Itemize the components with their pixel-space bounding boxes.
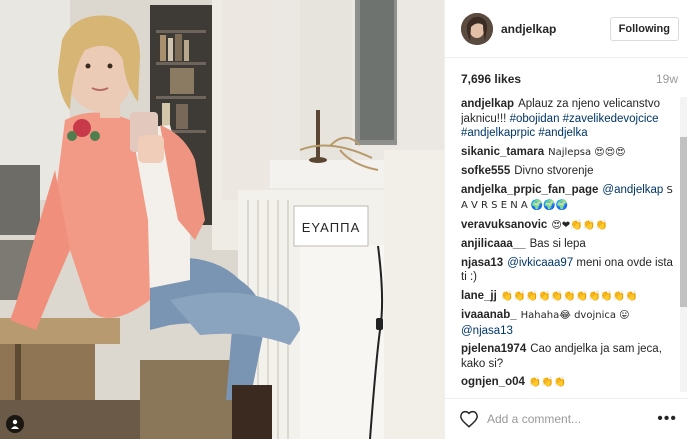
comment-author[interactable]: pjelena1974 <box>461 343 526 355</box>
post-header: andjelkap Following <box>445 0 688 58</box>
lightbox-sign-text: ΕΥΑΠΠΑ <box>302 220 361 235</box>
comment-mention[interactable]: @ivkicaaa97 <box>507 257 573 269</box>
likes-count[interactable]: 7,696 likes <box>461 72 521 86</box>
heart-icon[interactable] <box>459 409 479 429</box>
comments-scrollbar[interactable] <box>680 97 687 392</box>
comment-author[interactable]: anjilicaaa__ <box>461 238 526 250</box>
comment-item: njasa13 @ivkicaaa97 meni ona ovde ista ti… <box>461 256 679 285</box>
comment-text: 👏👏👏 <box>528 377 567 388</box>
comment-text: 👏👏👏👏👏👏👏👏👏👏👏 <box>500 290 638 302</box>
comment-text: 😍❤👏👏👏 <box>551 219 608 231</box>
comment-item: andjelkap Aplauz za njeno velicanstvo jak… <box>461 97 679 141</box>
comment-text: Najlepsa 😍😍😍 <box>548 146 626 158</box>
header-username[interactable]: andjelkap <box>501 22 610 36</box>
comment-item: veravuksanovic 😍❤👏👏👏 <box>461 218 679 234</box>
comment-item: sofke555 Divno stvorenje <box>461 164 679 179</box>
post-photo[interactable]: ΕΥΑΠΠΑ <box>0 0 444 439</box>
photo-scene: ΕΥΑΠΠΑ <box>0 0 444 439</box>
comment-item: sikanic_tamara Najlepsa 😍😍😍 <box>461 145 679 161</box>
comment-text: Divno stvorenje <box>514 165 594 177</box>
comment-text: Bas si lepa <box>529 238 586 250</box>
more-options-icon[interactable]: ••• <box>657 410 677 428</box>
scrollbar-thumb[interactable] <box>680 137 687 307</box>
comment-mention[interactable]: @andjelkap <box>602 184 663 196</box>
comment-author[interactable]: sofke555 <box>461 165 510 177</box>
post-time[interactable]: 19w <box>656 72 678 86</box>
user-tag-icon[interactable] <box>6 415 24 433</box>
following-button[interactable]: Following <box>609 16 679 41</box>
post-sidebar: andjelkap Following 7,696 likes 19w andj… <box>444 0 688 439</box>
comment-item: ognjen_o04 👏👏👏 <box>461 375 679 391</box>
comment-author[interactable]: ognjen_o04 <box>461 376 525 388</box>
comment-author[interactable]: ivaaanab_ <box>461 309 517 321</box>
comment-author[interactable]: andjelka_prpic_fan_page <box>461 184 598 196</box>
comment-author[interactable]: lane_jj <box>461 290 497 302</box>
comment-item: pjelena1974 Cao andjelka ja sam jeca, kak… <box>461 342 679 371</box>
comment-list[interactable]: andjelkap Aplauz za njeno velicanstvo jak… <box>461 97 679 392</box>
comment-mention[interactable]: @njasa13 <box>461 325 513 337</box>
comment-author[interactable]: njasa13 <box>461 257 503 269</box>
comment-item: andjelka_prpic_fan_page @andjelkap S A V … <box>461 183 679 214</box>
comment-item: anjilicaaa__ Bas si lepa <box>461 237 679 252</box>
comment-text: Hahaha😂 dvojnica 😛 <box>520 310 630 321</box>
likes-row: 7,696 likes 19w <box>461 72 678 86</box>
comment-input[interactable] <box>487 412 658 426</box>
comment-author[interactable]: veravuksanovic <box>461 219 547 231</box>
comment-bar: ••• <box>445 398 688 439</box>
comment-author[interactable]: sikanic_tamara <box>461 146 544 158</box>
comment-item: lane_jj 👏👏👏👏👏👏👏👏👏👏👏 <box>461 289 679 305</box>
avatar[interactable] <box>461 12 493 45</box>
comment-item: ivaaanab_ Hahaha😂 dvojnica 😛 @njasa13 <box>461 308 679 338</box>
comment-author[interactable]: andjelkap <box>461 98 514 110</box>
